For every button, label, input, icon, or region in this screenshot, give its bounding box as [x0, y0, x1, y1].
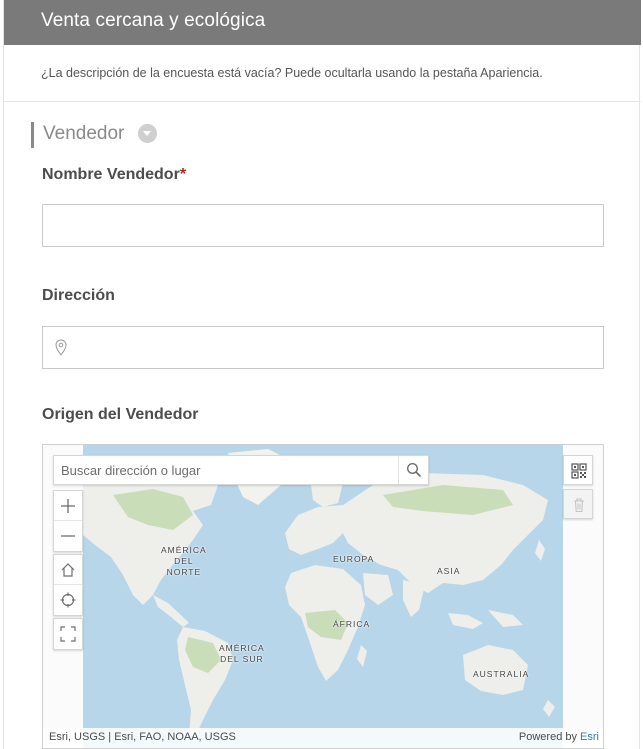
fullscreen-icon [60, 626, 76, 642]
minus-icon [61, 535, 75, 537]
divider [4, 101, 641, 102]
map-label-africa: ÁFRICA [333, 619, 371, 629]
map-attribution: Esri, USGS | Esri, FAO, NOAA, USGS Power… [43, 728, 603, 748]
fullscreen-controls [53, 618, 83, 650]
address-field-label: Dirección [42, 287, 115, 304]
world-map[interactable] [43, 445, 603, 748]
location-pin-icon [55, 339, 67, 356]
esri-link[interactable]: Esri [580, 731, 599, 743]
home-icon [61, 563, 75, 577]
survey-header: Venta cercana y ecológica [4, 0, 641, 45]
map-label-asia: ASIA [437, 566, 461, 576]
attribution-text: Esri, USGS | Esri, FAO, NOAA, USGS [49, 731, 236, 743]
clear-location-button[interactable] [563, 489, 593, 519]
name-label-text: Nombre Vendedor [42, 166, 180, 183]
address-input[interactable] [42, 326, 604, 369]
name-field-label: Nombre Vendedor* [42, 166, 186, 184]
map-label-australia: AUSTRALIA [473, 669, 530, 679]
origin-field-label: Origen del Vendedor [42, 406, 199, 423]
plus-icon [61, 499, 75, 513]
fullscreen-button[interactable] [54, 619, 82, 649]
survey-description: ¿La descripción de la encuesta está vací… [41, 66, 543, 80]
home-button[interactable] [54, 555, 82, 585]
map-label-north-america: AMÉRICA DEL NORTE [161, 545, 207, 577]
zoom-out-button[interactable] [54, 521, 82, 551]
map-view[interactable]: AMÉRICA DEL NORTE AMÉRICA DEL SUR EUROPA… [42, 444, 604, 749]
required-mark: * [179, 166, 187, 183]
trash-icon [574, 498, 584, 513]
map-search-button[interactable] [398, 456, 428, 484]
survey-frame: Venta cercana y ecológica ¿La descripció… [3, 0, 641, 749]
map-search-widget [53, 455, 429, 485]
zoom-in-button[interactable] [54, 491, 82, 521]
powered-by: Powered by Esri [518, 731, 599, 743]
map-label-europe: EUROPA [333, 554, 375, 564]
qr-code-icon [571, 463, 587, 479]
qr-scan-button[interactable] [563, 455, 593, 485]
crosshair-icon [60, 592, 76, 608]
group-accent-bar [31, 122, 34, 148]
locate-button[interactable] [54, 585, 82, 615]
group-title: Vendedor [43, 123, 125, 144]
name-input[interactable] [42, 204, 604, 247]
search-icon [406, 462, 422, 478]
map-search-input[interactable] [54, 456, 398, 484]
map-label-south-america: AMÉRICA DEL SUR [219, 643, 265, 664]
survey-title: Venta cercana y ecológica [41, 10, 266, 31]
zoom-controls [53, 490, 83, 552]
group-collapse-toggle[interactable] [138, 124, 157, 143]
nav-controls [53, 554, 83, 616]
